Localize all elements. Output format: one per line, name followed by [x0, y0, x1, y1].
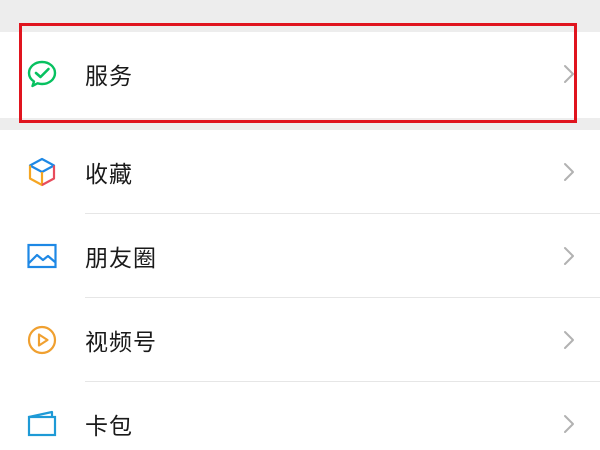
- chevron-right-icon: [564, 163, 574, 181]
- cube-icon: [26, 156, 58, 188]
- section-gap: [0, 118, 600, 130]
- menu-item-services[interactable]: 服务: [0, 32, 600, 116]
- menu-item-label: 卡包: [85, 414, 133, 440]
- menu-item-favorites[interactable]: 收藏: [0, 130, 600, 214]
- menu-item-label: 视频号: [85, 330, 157, 356]
- play-circle-icon: [26, 324, 58, 356]
- chevron-right-icon: [564, 65, 574, 83]
- me-page-menu: 服务 收藏 朋友圈 视频号 卡包: [0, 0, 600, 450]
- menu-item-moments[interactable]: 朋友圈: [0, 214, 600, 298]
- chevron-right-icon: [564, 247, 574, 265]
- menu-item-label: 服务: [85, 64, 133, 90]
- menu-item-label: 朋友圈: [85, 246, 157, 272]
- chevron-right-icon: [564, 415, 574, 433]
- section-gap: [0, 0, 600, 32]
- wechat-pay-check-icon: [26, 58, 58, 90]
- menu-item-card-wallet[interactable]: 卡包: [0, 382, 600, 450]
- chevron-right-icon: [564, 331, 574, 349]
- menu-item-label: 收藏: [85, 162, 133, 188]
- wallet-card-icon: [26, 408, 58, 440]
- picture-icon: [26, 240, 58, 272]
- menu-item-channels[interactable]: 视频号: [0, 298, 600, 382]
